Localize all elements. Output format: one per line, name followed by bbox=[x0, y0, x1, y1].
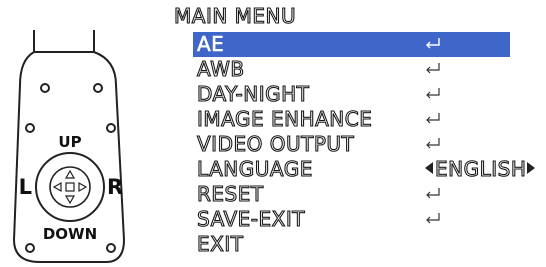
menu-item-label: VIDEO OUTPUT bbox=[196, 132, 355, 156]
menu-title: MAIN MENU bbox=[173, 4, 297, 28]
enter-icon bbox=[426, 38, 440, 49]
left-label: L bbox=[19, 175, 32, 199]
arrow-up-icon bbox=[64, 169, 76, 179]
menu-item-label: AWB bbox=[196, 57, 245, 81]
enter-icon bbox=[426, 188, 440, 199]
menu-item-label: EXIT bbox=[196, 232, 244, 256]
arrow-left-icon[interactable] bbox=[425, 162, 433, 174]
down-label: DOWN bbox=[43, 225, 97, 243]
enter-icon bbox=[426, 63, 440, 74]
menu-item-label: DAY-NIGHT bbox=[196, 82, 310, 106]
menu-item-language[interactable]: LANGUAGE ENGLISH bbox=[193, 157, 535, 182]
menu-item-label: RESET bbox=[196, 182, 264, 206]
up-label: UP bbox=[58, 133, 81, 151]
enter-icon bbox=[426, 138, 440, 149]
arrow-left-icon bbox=[52, 181, 62, 193]
menu-item-ae[interactable]: AE bbox=[193, 32, 510, 57]
joystick-outer-ring bbox=[35, 152, 105, 222]
enter-icon bbox=[426, 113, 440, 124]
menu-item-day-night[interactable]: DAY-NIGHT bbox=[193, 82, 510, 107]
menu-item-reset[interactable]: RESET bbox=[193, 182, 510, 207]
joystick-inner-ring bbox=[49, 166, 91, 208]
arrow-right-icon[interactable] bbox=[527, 162, 535, 174]
joystick-controller: UP DOWN L R bbox=[12, 30, 126, 263]
enter-icon bbox=[426, 88, 440, 99]
center-button-icon bbox=[65, 182, 75, 192]
menu-item-label: LANGUAGE bbox=[196, 157, 313, 181]
screw-hole-icon bbox=[106, 123, 116, 133]
menu-item-video-output[interactable]: VIDEO OUTPUT bbox=[193, 132, 510, 157]
right-label: R bbox=[107, 175, 123, 199]
menu-item-label: AE bbox=[197, 32, 225, 56]
menu-item-exit[interactable]: EXIT bbox=[193, 232, 510, 257]
menu-item-awb[interactable]: AWB bbox=[193, 57, 510, 82]
screw-hole-icon bbox=[106, 243, 116, 253]
menu-item-label: IMAGE ENHANCE bbox=[196, 107, 373, 131]
screw-hole-icon bbox=[40, 83, 50, 93]
menu-item-label: SAVE-EXIT bbox=[196, 207, 305, 231]
language-value: ENGLISH bbox=[434, 157, 527, 181]
screw-hole-icon bbox=[25, 123, 35, 133]
arrow-down-icon bbox=[64, 195, 76, 205]
enter-icon bbox=[426, 213, 440, 224]
arrow-right-icon bbox=[78, 181, 88, 193]
screw-hole-icon bbox=[25, 243, 35, 253]
screw-hole-icon bbox=[93, 83, 103, 93]
menu-item-image-enhance[interactable]: IMAGE ENHANCE bbox=[193, 107, 510, 132]
menu-item-save-exit[interactable]: SAVE-EXIT bbox=[193, 207, 510, 232]
